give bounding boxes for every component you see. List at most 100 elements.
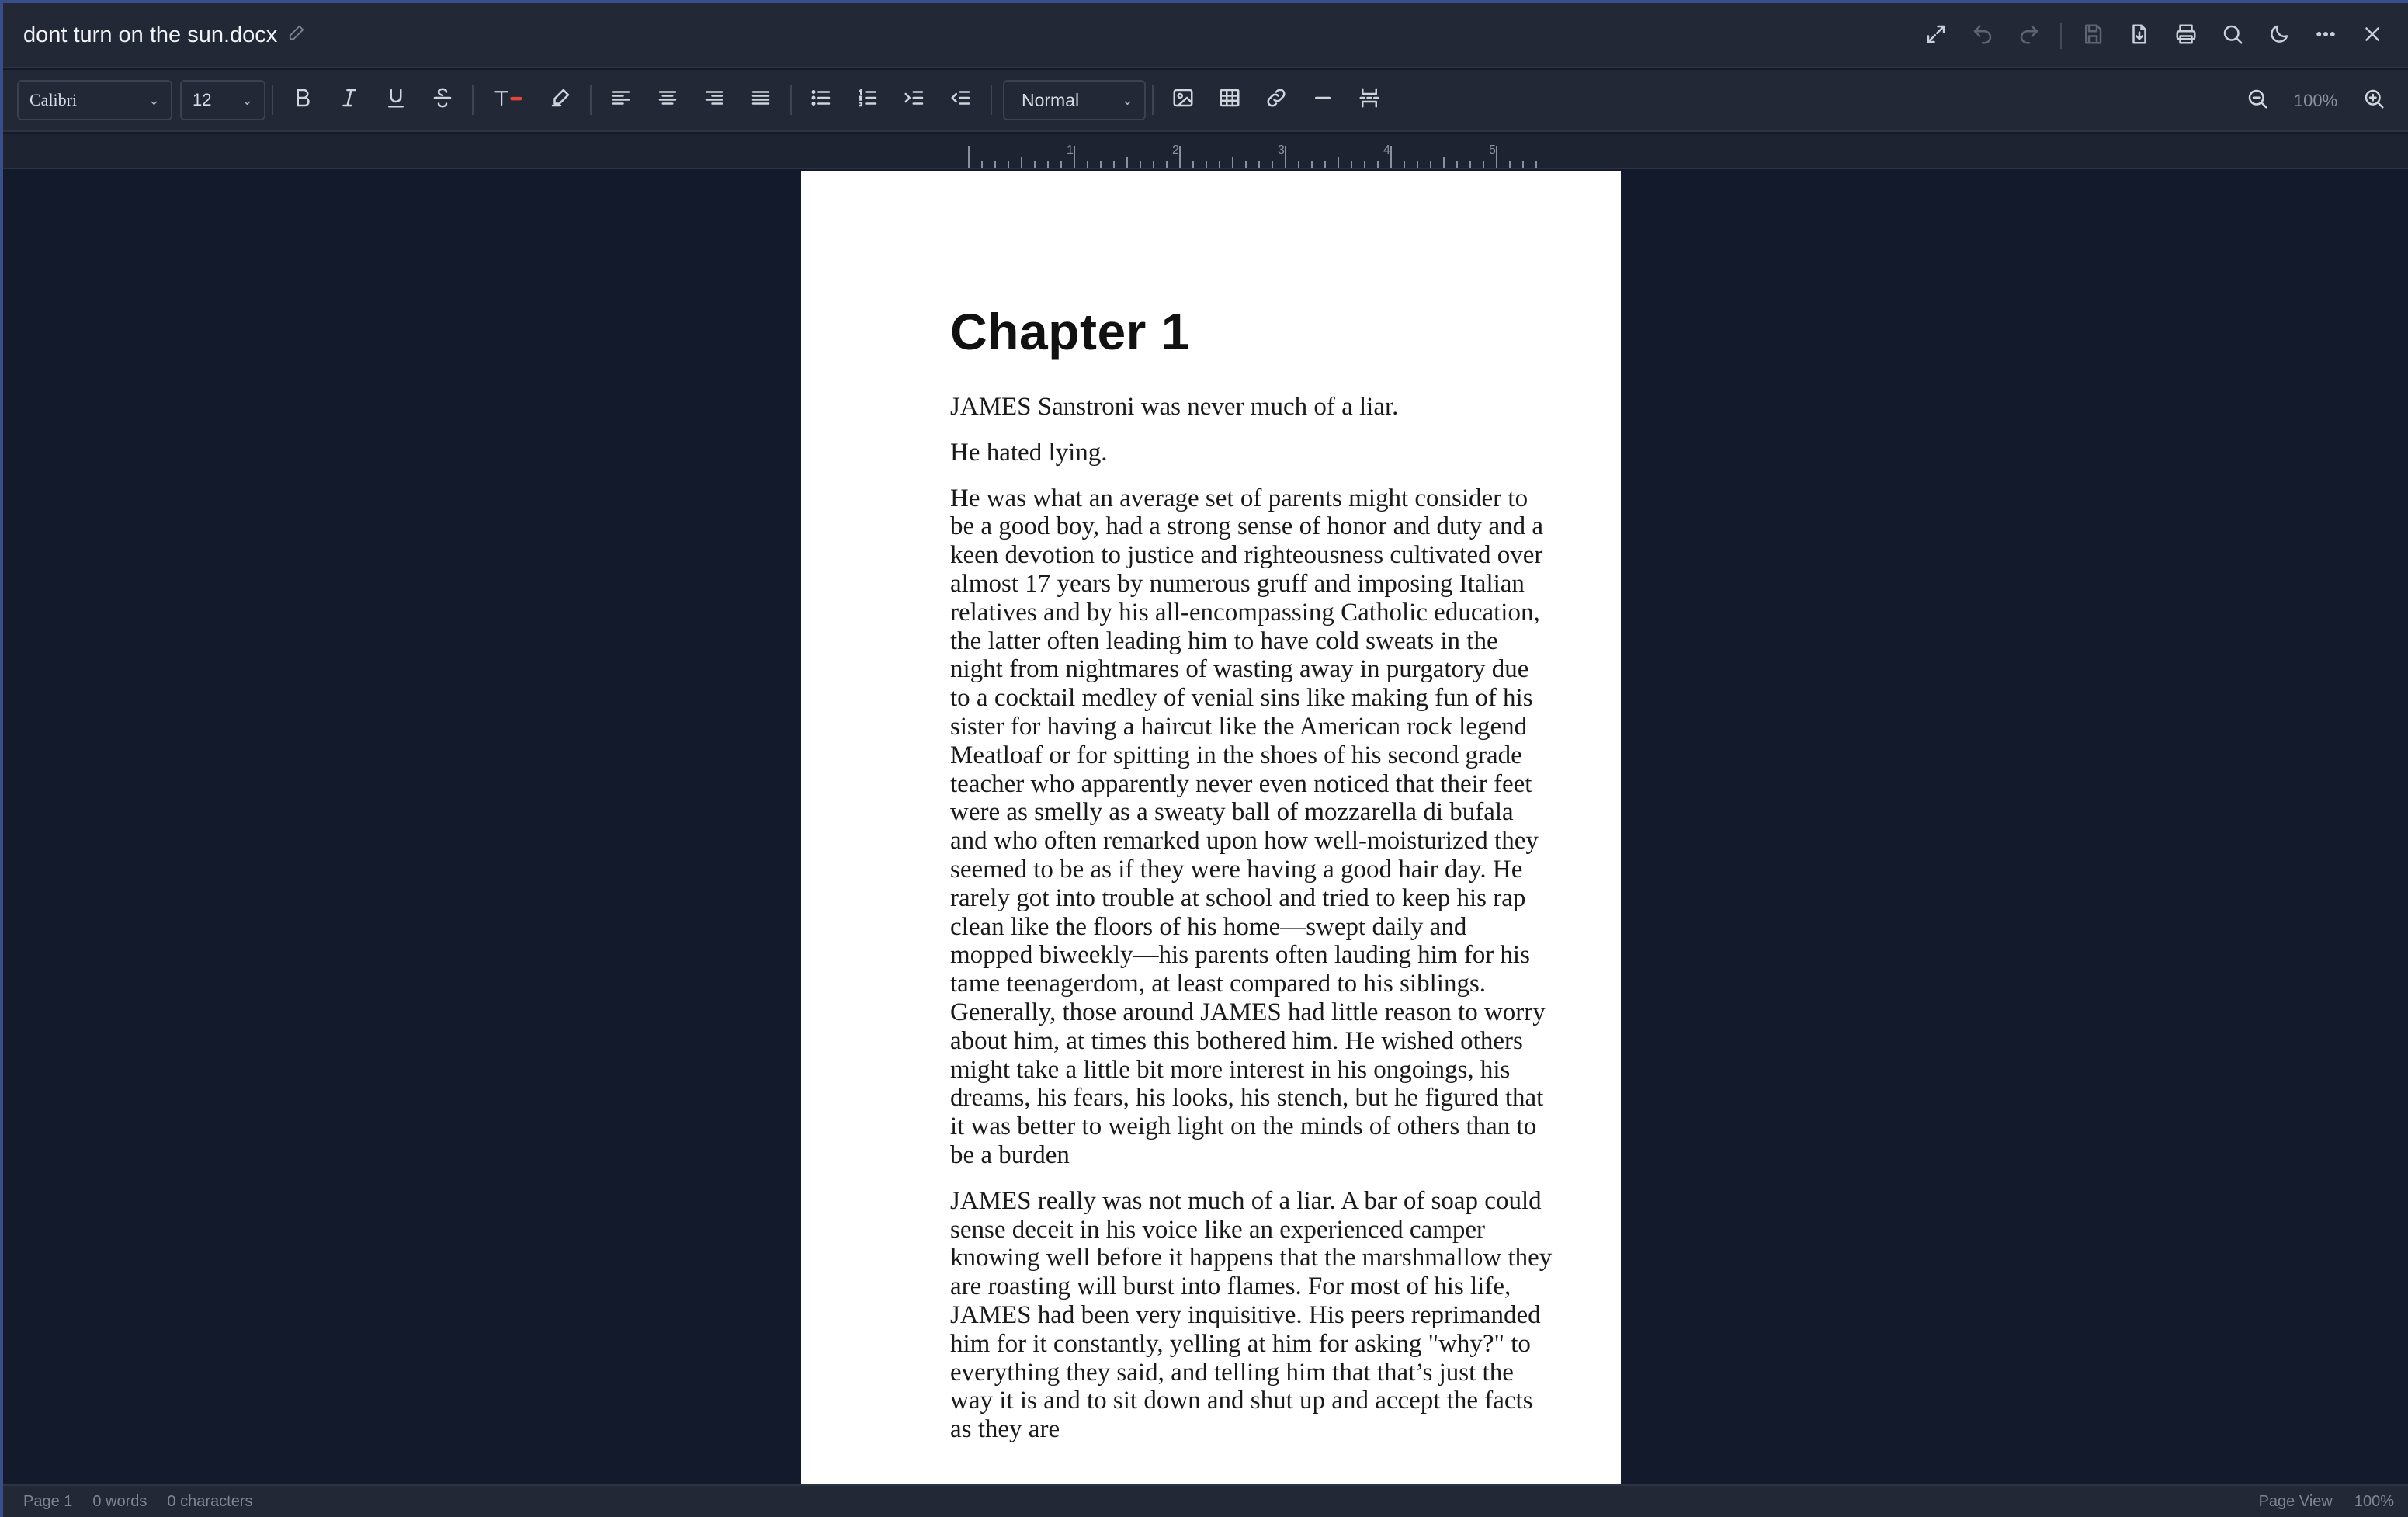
indent-button[interactable]	[891, 77, 938, 123]
bullet-list-button[interactable]	[798, 77, 845, 123]
bold-icon	[291, 86, 314, 115]
font-size-value: 12	[193, 90, 212, 109]
print-icon	[2174, 23, 2198, 50]
undo-button[interactable]	[1959, 12, 2006, 59]
outdent-button[interactable]	[938, 77, 984, 123]
image-icon	[1171, 86, 1195, 115]
close-icon	[2361, 23, 2384, 50]
italic-icon	[338, 86, 361, 115]
title-bar: dont turn on the sun.docx	[3, 3, 2408, 68]
align-left-icon	[609, 86, 633, 115]
download-icon	[2128, 23, 2151, 50]
fullscreen-button[interactable]	[1913, 12, 1959, 59]
font-family-select[interactable]: Calibri ⌄	[17, 80, 172, 120]
font-size-select[interactable]: 12 ⌄	[180, 80, 265, 120]
align-left-button[interactable]	[598, 77, 644, 123]
insert-image-button[interactable]	[1160, 77, 1206, 123]
page-break-icon	[1358, 86, 1381, 115]
svg-text:5: 5	[1489, 144, 1496, 157]
close-button[interactable]	[2349, 12, 2396, 59]
more-button[interactable]	[2302, 12, 2349, 59]
numbered-list-icon	[856, 86, 880, 115]
text-color-icon	[493, 86, 524, 115]
ruler-strip: 1 2 3 4 5	[3, 134, 2408, 169]
toolbar-divider	[991, 85, 992, 115]
highlight-button[interactable]	[537, 77, 584, 123]
svg-text:4: 4	[1383, 144, 1390, 157]
underline-icon	[384, 86, 408, 115]
toolbar-divider	[790, 85, 792, 115]
word-count: 0 words	[92, 1492, 147, 1510]
chevron-down-icon: ⌄	[1121, 92, 1133, 108]
zoom-in-button[interactable]	[2351, 78, 2397, 124]
status-zoom: 100%	[2354, 1492, 2394, 1510]
horizontal-rule-icon	[1311, 86, 1334, 115]
align-center-icon	[656, 86, 679, 115]
bullet-list-icon	[810, 86, 833, 115]
search-button[interactable]	[2209, 12, 2256, 59]
svg-text:1: 1	[1067, 144, 1074, 157]
paragraph-style-value: Normal	[1022, 89, 1080, 110]
paragraph[interactable]: He hated lying.	[950, 439, 1553, 467]
font-family-value: Calibri	[29, 90, 78, 109]
bold-button[interactable]	[279, 77, 326, 123]
save-button[interactable]	[2070, 12, 2116, 59]
strikethrough-icon	[431, 86, 454, 115]
strikethrough-button[interactable]	[419, 77, 466, 123]
status-bar: Page 1 0 words 0 characters Page View 10…	[3, 1484, 2408, 1517]
justify-icon	[749, 86, 772, 115]
document-page[interactable]: Chapter 1 JAMES Sanstroni was never much…	[801, 171, 1621, 1487]
title-divider	[2060, 23, 2062, 49]
zoom-in-icon	[2362, 87, 2385, 116]
justify-button[interactable]	[737, 77, 784, 123]
align-right-button[interactable]	[691, 77, 737, 123]
toolbar-divider	[590, 85, 592, 115]
document-body[interactable]: Chapter 1 JAMES Sanstroni was never much…	[950, 306, 1571, 1461]
rename-pencil-icon[interactable]	[288, 24, 305, 47]
numbered-list-button[interactable]	[845, 77, 891, 123]
paragraph-style-select[interactable]: Normal ⌄	[1003, 80, 1146, 120]
chevron-down-icon: ⌄	[147, 92, 160, 108]
page-break-button[interactable]	[1346, 77, 1393, 123]
redo-button[interactable]	[2006, 12, 2052, 59]
insert-link-button[interactable]	[1253, 77, 1299, 123]
paragraph[interactable]: JAMES Sanstroni was never much of a liar…	[950, 393, 1553, 422]
zoom-out-button[interactable]	[2234, 78, 2281, 124]
zoom-controls: 100%	[2234, 70, 2397, 132]
insert-table-button[interactable]	[1206, 77, 1253, 123]
formatting-toolbar: Calibri ⌄ 12 ⌄ Normal ⌄ 100%	[3, 70, 2408, 132]
editor-window: dont turn on the sun.docx Calibri ⌄ 12 ⌄…	[0, 0, 2408, 1517]
italic-button[interactable]	[326, 77, 373, 123]
moon-icon	[2267, 23, 2291, 50]
toolbar-divider	[1152, 85, 1154, 115]
zoom-level: 100%	[2293, 91, 2338, 110]
view-mode[interactable]: Page View	[2259, 1493, 2333, 1511]
underline-button[interactable]	[373, 77, 419, 123]
document-title[interactable]: dont turn on the sun.docx	[23, 23, 277, 48]
expand-icon	[1924, 23, 1948, 50]
link-icon	[1265, 86, 1288, 115]
more-icon	[2314, 23, 2337, 50]
chapter-heading[interactable]: Chapter 1	[950, 306, 1571, 357]
undo-icon	[1971, 23, 1994, 50]
indent-icon	[903, 86, 926, 115]
save-icon	[2081, 23, 2104, 50]
title-actions	[1913, 3, 2396, 68]
character-count: 0 characters	[167, 1492, 253, 1510]
chevron-down-icon: ⌄	[241, 92, 253, 108]
paragraph[interactable]: JAMES really was not much of a liar. A b…	[950, 1187, 1553, 1444]
redo-icon	[2018, 23, 2041, 50]
horizontal-ruler[interactable]: 1 2 3 4 5	[963, 141, 1546, 169]
horizontal-rule-button[interactable]	[1299, 77, 1346, 123]
dark-mode-button[interactable]	[2256, 12, 2302, 59]
align-center-button[interactable]	[644, 77, 691, 123]
outdent-icon	[949, 86, 973, 115]
print-button[interactable]	[2163, 12, 2209, 59]
align-right-icon	[703, 86, 726, 115]
paragraph[interactable]: He was what an average set of parents mi…	[950, 484, 1553, 1170]
page-indicator: Page 1	[23, 1492, 73, 1510]
text-color-button[interactable]	[480, 77, 537, 123]
svg-text:2: 2	[1172, 144, 1179, 157]
export-button[interactable]	[2116, 12, 2163, 59]
text-color-swatch	[510, 96, 522, 100]
